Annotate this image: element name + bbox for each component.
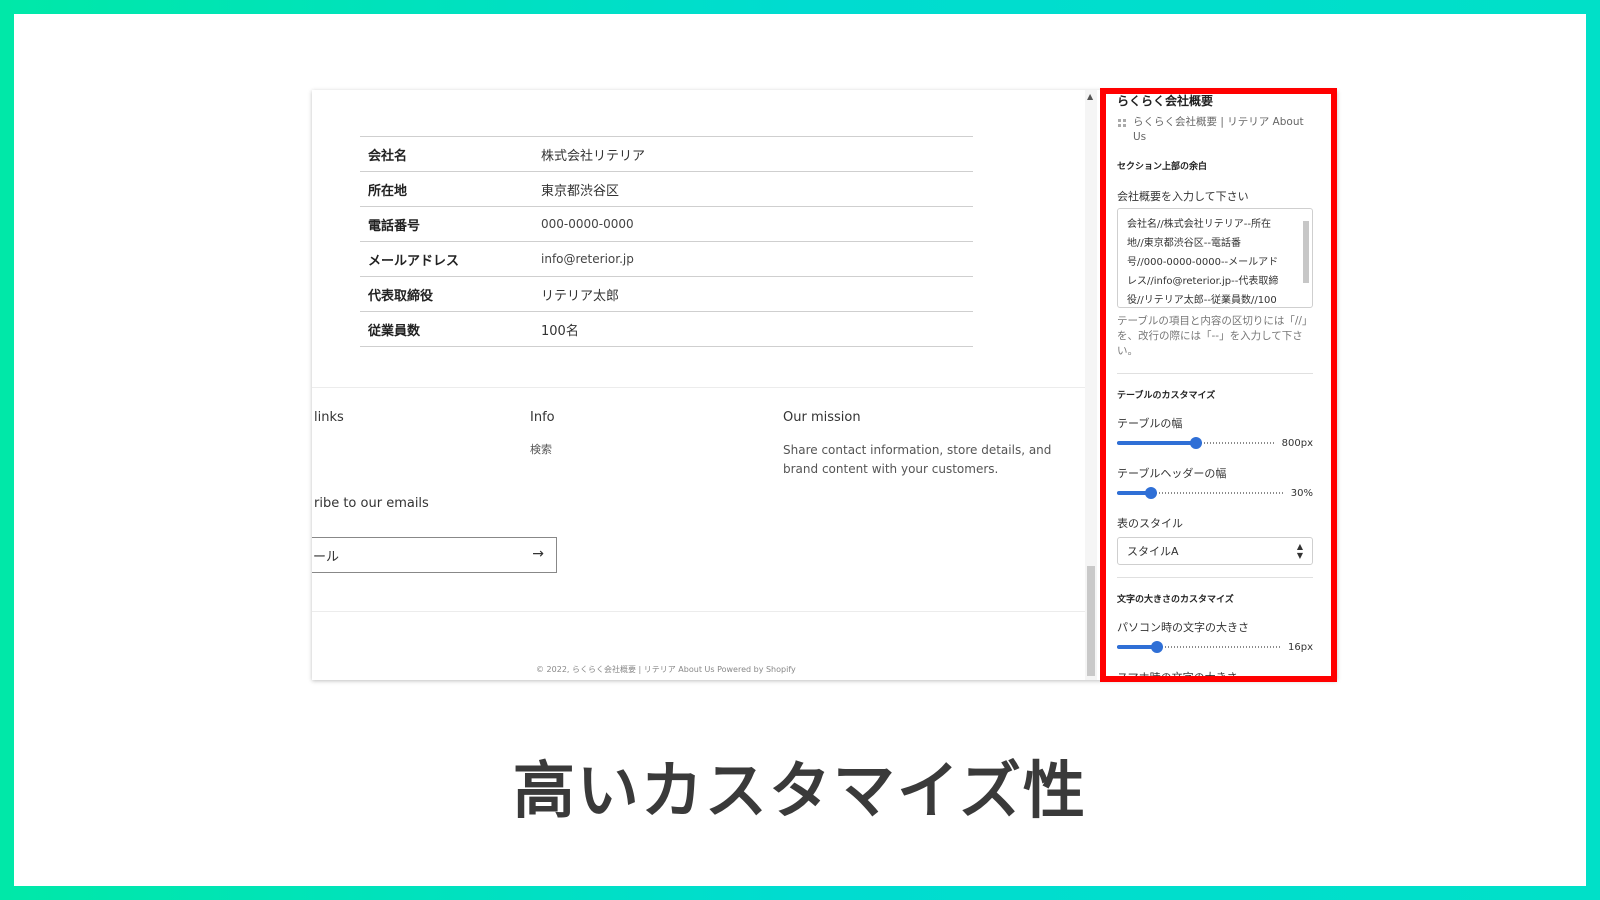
pc-font-value: 16px — [1288, 641, 1313, 653]
footer-info-heading: Info — [530, 410, 555, 425]
footer-links-heading: links — [314, 410, 344, 425]
submit-arrow-icon[interactable]: → — [532, 546, 544, 562]
input-label: 会社概要を入力して下さい — [1117, 190, 1249, 203]
preview-scrollbar[interactable]: ▲ — [1085, 90, 1097, 680]
section-top-margin-heading: セクション上部の余白 — [1117, 162, 1208, 172]
admin-screenshot: 会社名 株式会社リテリア所在地 東京都渋谷区電話番号 000-0000-0000 メール… — [312, 90, 1337, 680]
header-width-value: 30% — [1290, 487, 1313, 499]
table-row: 所在地 東京都渋谷区 — [360, 172, 973, 207]
row-header: 従業員数 — [368, 323, 421, 339]
email-input[interactable]: ール → — [312, 537, 557, 573]
divider — [1117, 577, 1313, 578]
company-table: 会社名 株式会社リテリア所在地 東京都渋谷区電話番号 000-0000-0000 メール… — [360, 136, 973, 347]
table-row: 従業員数 100名 — [360, 312, 973, 347]
table-width-label: テーブルの幅 — [1117, 417, 1183, 430]
row-value: 100名 — [541, 323, 579, 339]
row-value: 株式会社リテリア — [541, 148, 646, 164]
table-custom-heading: テーブルのカスタマイズ — [1117, 391, 1216, 401]
subscribe-heading: ribe to our emails — [314, 496, 429, 511]
table-row: メールアドレス info@reterior.jp — [360, 242, 973, 277]
sp-font-label: スマホ時の文字の大きさ — [1117, 671, 1238, 680]
footer-divider — [312, 387, 1085, 388]
sidebar-title: らくらく会社概要 — [1117, 94, 1214, 108]
scrollbar-thumb[interactable] — [1087, 566, 1095, 676]
textarea-line: 会社名//株式会社リテリア--所在 — [1127, 219, 1271, 230]
textarea-scroll-thumb[interactable] — [1303, 221, 1309, 283]
store-preview: 会社名 株式会社リテリア所在地 東京都渋谷区電話番号 000-0000-0000 メール… — [312, 90, 1085, 680]
email-placeholder: ール — [313, 549, 340, 565]
table-style-value: スタイルA — [1127, 545, 1179, 558]
table-width-slider[interactable]: 800px — [1117, 437, 1313, 449]
textarea-line: レス//info@reterior.jp--代表取締 — [1127, 276, 1279, 287]
font-custom-heading: 文字の大きさのカスタマイズ — [1117, 595, 1234, 605]
row-value: 000-0000-0000 — [541, 217, 634, 231]
pc-font-label: パソコン時の文字の大きさ — [1117, 621, 1249, 634]
table-row: 会社名 株式会社リテリア — [360, 137, 973, 172]
footer-divider-bottom — [312, 611, 1085, 612]
pc-font-slider[interactable]: 16px — [1117, 641, 1313, 653]
app-name-line-1: らくらく会社概要 | リテリア About — [1133, 116, 1304, 128]
footer-mission-heading: Our mission — [783, 410, 861, 425]
footer-mission-text-1: Share contact information, store details… — [783, 443, 1052, 457]
style-label: 表のスタイル — [1117, 517, 1183, 530]
footer-mission-text-2: brand content with your customers. — [783, 462, 999, 476]
app-block-icon — [1117, 118, 1127, 128]
app-source: らくらく会社概要 | リテリア About Us — [1117, 115, 1313, 145]
help-text: テーブルの項目と内容の区切りには「//」を、改行の際には「--」を入力して下さい… — [1117, 315, 1313, 357]
row-header: 電話番号 — [368, 218, 421, 234]
row-header: メールアドレス — [368, 253, 460, 269]
slider-knob[interactable] — [1190, 437, 1203, 449]
table-row: 代表取締役 リテリア太郎 — [360, 277, 973, 312]
header-width-label: テーブルヘッダーの幅 — [1117, 467, 1227, 480]
header-width-slider[interactable]: 30% — [1117, 487, 1313, 499]
scroll-up-icon[interactable]: ▲ — [1087, 92, 1093, 101]
row-value: 東京都渋谷区 — [541, 183, 620, 199]
copyright-text: © 2022, らくらく会社概要 | リテリア About Us Powered… — [536, 665, 796, 674]
table-style-select[interactable]: スタイルA ▲ ▼ — [1117, 537, 1313, 565]
divider — [1117, 373, 1313, 374]
slider-knob[interactable] — [1150, 641, 1163, 653]
row-value: info@reterior.jp — [541, 252, 634, 266]
app-name-line-2: Us — [1133, 131, 1147, 143]
settings-sidebar: らくらく会社概要 らくらく会社概要 | リテリア About Us セクション上… — [1097, 90, 1337, 680]
row-header: 代表取締役 — [368, 288, 434, 304]
textarea-line: 役//リテリア太郎--従業員数//100 — [1127, 295, 1277, 306]
row-header: 所在地 — [368, 183, 408, 199]
textarea-line: 地//東京都渋谷区--電話番 — [1127, 238, 1241, 249]
slider-knob[interactable] — [1144, 487, 1157, 499]
table-width-value: 800px — [1281, 437, 1313, 449]
slide-caption: 高いカスタマイズ性 — [512, 754, 1088, 827]
textarea-line: 号//000-0000-0000--メールアド — [1127, 257, 1279, 268]
row-header: 会社名 — [368, 148, 408, 164]
select-caret-icon: ▲ ▼ — [1296, 542, 1303, 560]
table-row: 電話番号 000-0000-0000 — [360, 207, 973, 242]
footer-search-link[interactable]: 検索 — [530, 440, 552, 460]
company-info-textarea[interactable]: 会社名//株式会社リテリア--所在 地//東京都渋谷区--電話番号//000-00… — [1117, 208, 1313, 308]
row-value: リテリア太郎 — [541, 288, 620, 304]
